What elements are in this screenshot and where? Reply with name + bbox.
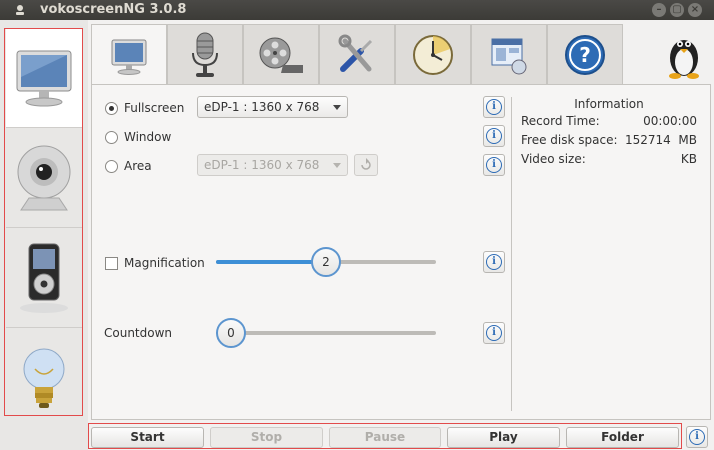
area-screen-value: eDP-1 : 1360 x 768 <box>204 158 320 172</box>
monitor-icon <box>111 39 147 75</box>
fullscreen-screen-value: eDP-1 : 1360 x 768 <box>204 100 320 114</box>
tab-timer[interactable] <box>395 24 471 84</box>
folder-button[interactable]: Folder <box>566 427 679 448</box>
app-icon <box>16 5 24 15</box>
countdown-help-button[interactable]: i <box>483 322 505 344</box>
info-icon: i <box>486 128 502 144</box>
microphone-icon <box>192 32 218 77</box>
window-help-button[interactable]: i <box>483 125 505 147</box>
magnification-label: Magnification <box>124 256 205 270</box>
close-button[interactable]: × <box>688 3 702 17</box>
media-player-icon <box>20 243 68 313</box>
countdown-slider-handle[interactable]: 0 <box>216 318 246 348</box>
help-icon: ? <box>565 34 605 75</box>
tab-audio[interactable] <box>167 24 243 84</box>
tab-settings[interactable] <box>319 24 395 84</box>
start-button[interactable]: Start <box>91 427 204 448</box>
record-time-value: 00:00:00 <box>643 114 697 128</box>
window-icon <box>491 38 527 74</box>
tab-screencast[interactable] <box>91 24 167 86</box>
monitor-icon <box>16 50 72 107</box>
disk-space-unit: MB <box>678 133 697 147</box>
reset-icon <box>361 158 371 170</box>
window-label: Window <box>124 130 172 144</box>
area-radio[interactable] <box>105 159 118 173</box>
area-screen-select: eDP-1 : 1360 x 768 <box>197 154 348 176</box>
video-size-label: Video size: <box>521 152 586 166</box>
magnification-option[interactable]: Magnification <box>105 255 205 271</box>
tools-icon <box>338 34 373 72</box>
disk-space-number: 152714 <box>624 133 671 147</box>
sidebar-tab-camera[interactable] <box>6 129 82 228</box>
tab-help[interactable]: ? <box>547 24 623 84</box>
area-option[interactable]: Area <box>105 158 152 174</box>
tab-misc[interactable] <box>471 24 547 84</box>
magnification-help-button[interactable]: i <box>483 251 505 273</box>
lightbulb-icon <box>23 348 65 408</box>
svg-text:?: ? <box>579 43 591 67</box>
chevron-down-icon <box>333 105 341 110</box>
info-icon: i <box>689 429 705 445</box>
sidebar-tab-screencast[interactable] <box>6 29 82 128</box>
general-help-button[interactable]: i <box>686 426 708 448</box>
info-separator <box>511 97 512 411</box>
area-label: Area <box>124 159 152 173</box>
area-reset-button <box>354 154 378 176</box>
information-title: Information <box>574 97 644 111</box>
magnification-slider-fill <box>216 260 326 264</box>
webcam-icon <box>17 145 71 211</box>
info-icon: i <box>486 325 502 341</box>
fullscreen-help-button[interactable]: i <box>483 96 505 118</box>
pause-button: Pause <box>329 427 441 448</box>
play-button[interactable]: Play <box>447 427 560 448</box>
countdown-slider-track[interactable] <box>216 331 436 335</box>
record-time-row: Record Time: 00:00:00 <box>521 112 697 131</box>
record-time-label: Record Time: <box>521 114 600 128</box>
tux-penguin-icon <box>669 40 699 79</box>
video-size-unit: KB <box>680 152 697 166</box>
maximize-button[interactable]: ▢ <box>670 3 684 17</box>
sidebar-tab-player[interactable] <box>6 229 82 328</box>
title-bar: vokoscreenNG 3.0.8 – ▢ × <box>0 0 714 20</box>
tab-video[interactable] <box>243 24 319 84</box>
fullscreen-label: Fullscreen <box>124 101 185 115</box>
info-icon: i <box>486 157 502 173</box>
area-help-button[interactable]: i <box>483 154 505 176</box>
window-option[interactable]: Window <box>105 129 171 145</box>
disk-space-value: 152714 MB <box>625 131 697 150</box>
clock-icon <box>413 34 453 75</box>
window-radio[interactable] <box>105 130 118 144</box>
fullscreen-option[interactable]: Fullscreen <box>105 100 184 116</box>
fullscreen-screen-select[interactable]: eDP-1 : 1360 x 768 <box>197 96 348 118</box>
information-panel: Information Record Time: 00:00:00 Free d… <box>521 97 697 169</box>
countdown-label: Countdown <box>104 326 173 340</box>
sidebar <box>0 20 88 450</box>
magnification-checkbox[interactable] <box>105 256 118 270</box>
minimize-button[interactable]: – <box>652 3 666 17</box>
magnification-slider-handle[interactable]: 2 <box>311 247 341 277</box>
stop-button: Stop <box>210 427 323 448</box>
chevron-down-icon <box>333 163 341 168</box>
disk-space-row: Free disk space: 152714 MB <box>521 131 697 150</box>
fullscreen-radio[interactable] <box>105 101 118 115</box>
sidebar-tab-log[interactable] <box>6 329 82 428</box>
info-icon: i <box>486 254 502 270</box>
window-title: vokoscreenNG 3.0.8 <box>40 2 187 17</box>
disk-space-label: Free disk space: <box>521 133 618 147</box>
video-size-row: Video size: KB <box>521 150 697 169</box>
film-reel-icon <box>259 37 303 73</box>
info-icon: i <box>486 99 502 115</box>
